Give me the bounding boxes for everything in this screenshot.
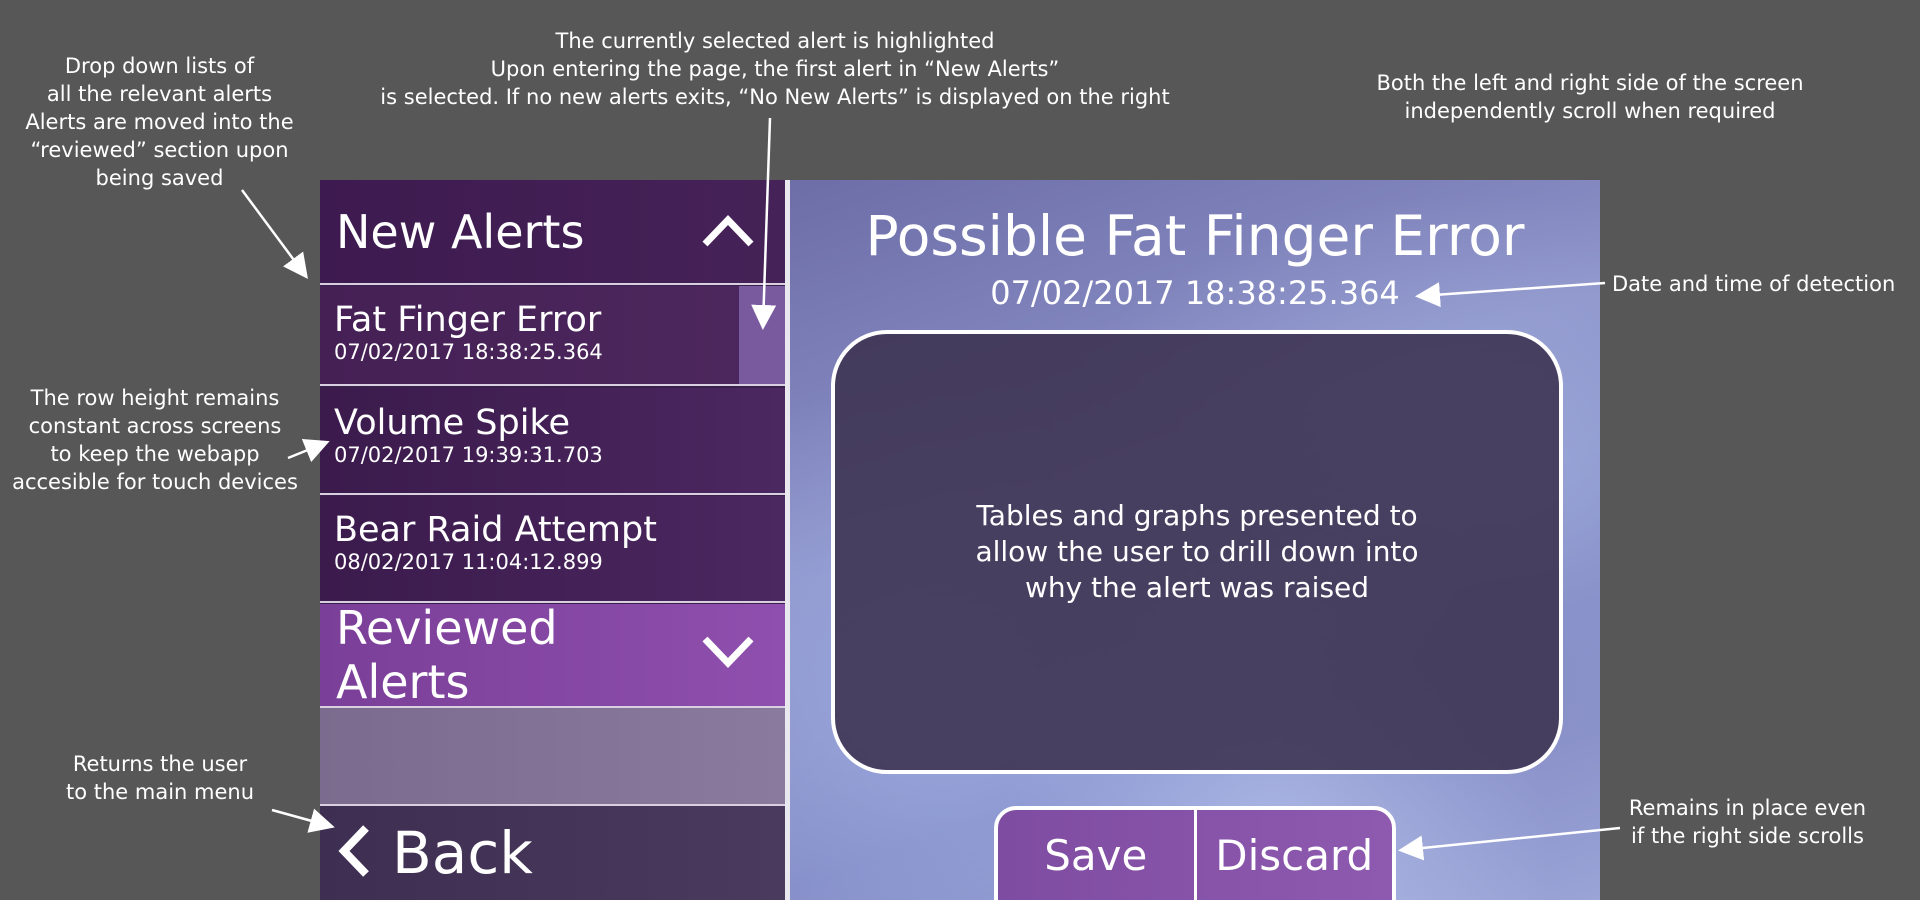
arrow-dropdown (240, 189, 308, 280)
arrow-datetime (1415, 281, 1606, 308)
arrow-row-height (287, 438, 330, 463)
arrow-remains (1398, 826, 1621, 861)
arrow-selected (751, 117, 777, 330)
arrow-back (271, 808, 335, 833)
annotation-arrows (240, 117, 1621, 861)
